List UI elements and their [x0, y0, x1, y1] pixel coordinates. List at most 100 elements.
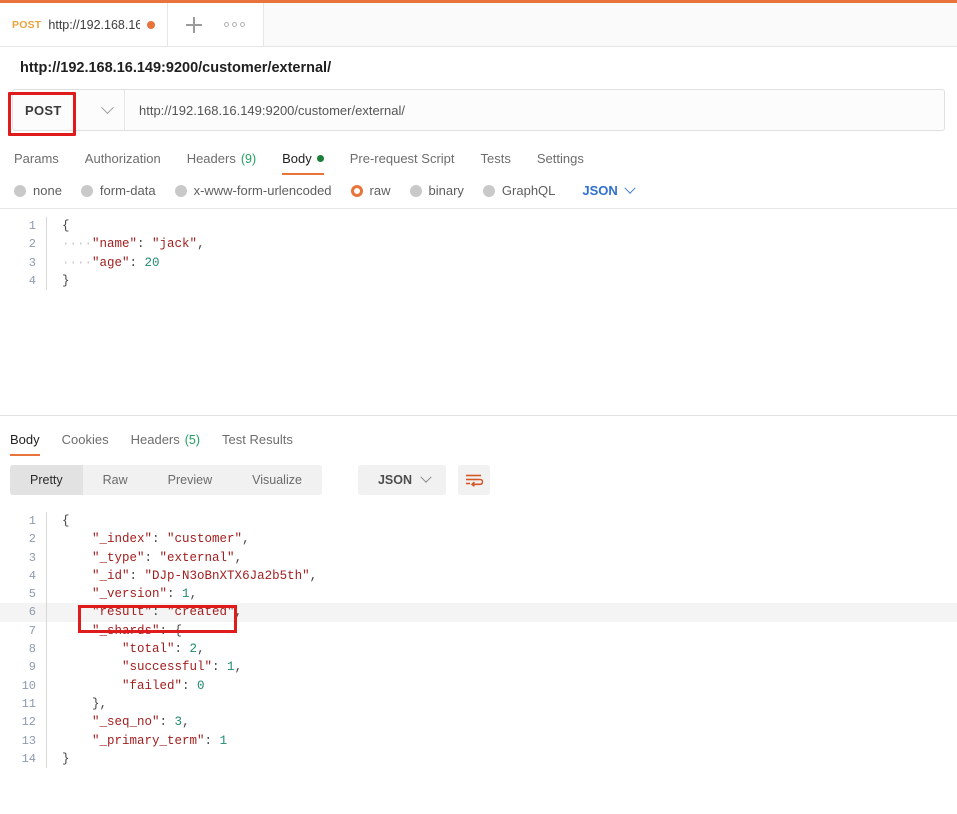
tab-label: Params	[14, 151, 59, 166]
code-line: 3 "_type": "external",	[0, 548, 957, 567]
request-title-row: http://192.168.16.149:9200/customer/exte…	[0, 47, 957, 89]
code-text: }	[62, 751, 70, 766]
line-number: 3	[28, 255, 36, 270]
fold-gutter	[46, 253, 60, 272]
code-text: },	[62, 696, 108, 711]
tab-label: Headers	[186, 151, 236, 166]
plus-icon[interactable]	[186, 16, 202, 33]
response-tab-cookies[interactable]: Cookies	[62, 432, 109, 456]
body-type-x-www-form-urlencoded[interactable]: x-www-form-urlencoded	[174, 183, 332, 198]
line-number: 1	[28, 219, 36, 233]
body-type-label: form-data	[99, 183, 156, 198]
code-line: 6 "result": "created",	[0, 603, 957, 622]
tab-label: Test Results	[222, 432, 293, 447]
chevron-down-icon	[101, 100, 114, 114]
line-number: 13	[21, 733, 36, 748]
fold-gutter	[46, 512, 60, 531]
code-text: "total": 2,	[122, 642, 205, 657]
response-tab-body[interactable]: Body	[10, 432, 40, 456]
tab-bar-empty-space	[264, 3, 957, 46]
request-body-editor[interactable]: 1{2 ····"name": "jack", 3 ····"age": 20 4}	[0, 209, 957, 415]
wrap-text-icon	[466, 474, 483, 487]
code-line: 4}	[0, 271, 957, 291]
code-text: ····"name": "jack",	[62, 237, 205, 252]
line-number: 10	[21, 678, 36, 693]
line-number: 2	[28, 237, 36, 252]
line-number: 11	[21, 696, 36, 711]
body-type-raw[interactable]: raw	[350, 183, 391, 198]
code-line: 9 "successful": 1,	[0, 658, 957, 677]
code-line: 1{	[0, 217, 957, 236]
line-number: 4	[28, 568, 36, 583]
view-mode-pretty[interactable]: Pretty	[10, 465, 83, 495]
body-type-none[interactable]: none	[14, 183, 62, 198]
request-tab-authorization[interactable]: Authorization	[85, 151, 161, 175]
request-tab-headers[interactable]: Headers (9)	[187, 151, 256, 175]
radio-icon	[482, 184, 495, 197]
ellipsis-icon[interactable]	[224, 22, 245, 27]
code-text: "_type": "external",	[92, 550, 243, 565]
response-format-select[interactable]: JSON	[357, 465, 446, 495]
body-type-binary[interactable]: binary	[409, 183, 464, 198]
code-line: 1{	[0, 512, 957, 531]
code-text: "result": "created",	[92, 605, 243, 620]
tab-bar: POST http://192.168.16....	[0, 3, 957, 47]
fold-gutter	[46, 603, 60, 622]
code-text: "_shards": {	[92, 623, 183, 638]
method-label: POST	[25, 102, 62, 118]
body-type-label: raw	[369, 183, 391, 198]
line-number: 14	[21, 751, 36, 766]
body-format-select[interactable]: JSON	[582, 182, 636, 198]
view-mode-raw[interactable]: Raw	[82, 465, 148, 495]
body-format-label: JSON	[582, 183, 618, 198]
line-number: 9	[28, 660, 36, 675]
url-bar-wrapper: POST http://192.168.16.149:9200/customer…	[0, 89, 957, 136]
body-type-form-data[interactable]: form-data	[80, 183, 156, 198]
code-line: 10 "failed": 0	[0, 676, 957, 695]
tab-label: Pre-request Script	[349, 151, 455, 166]
fold-gutter	[46, 271, 60, 291]
radio-icon	[350, 184, 363, 197]
tab-label: Settings	[536, 151, 584, 166]
fold-gutter	[46, 731, 60, 750]
url-bar: POST http://192.168.16.149:9200/customer…	[12, 89, 945, 131]
code-text: "successful": 1,	[122, 660, 243, 675]
fold-gutter	[46, 621, 60, 641]
code-text: {	[62, 514, 70, 528]
response-tab-test-results[interactable]: Test Results	[222, 432, 293, 456]
code-text: }	[62, 273, 70, 288]
code-line: 2 "_index": "customer",	[0, 530, 957, 549]
line-number: 3	[28, 550, 36, 565]
page-title: http://192.168.16.149:9200/customer/exte…	[20, 60, 332, 76]
view-mode-preview[interactable]: Preview	[147, 465, 233, 495]
line-number: 2	[28, 532, 36, 547]
line-number: 12	[21, 715, 36, 730]
tab-count-badge: (9)	[240, 151, 257, 166]
body-type-graphql[interactable]: GraphQL	[482, 183, 555, 198]
response-tab-headers[interactable]: Headers (5)	[131, 432, 200, 456]
code-line: 4 "_id": "DJp-N3oBnXTX6Ja2b5th",	[0, 566, 957, 586]
radio-icon	[174, 184, 187, 197]
code-line: 3 ····"age": 20	[0, 253, 957, 272]
line-number: 4	[28, 273, 36, 288]
request-tab-tests[interactable]: Tests	[481, 151, 511, 175]
response-view-modes: Pretty Raw Preview Visualize	[10, 465, 322, 495]
line-number: 1	[28, 514, 36, 528]
code-text: ····"age": 20	[62, 255, 160, 270]
fold-gutter	[46, 640, 60, 659]
wrap-text-button[interactable]	[458, 465, 490, 495]
request-tab-body[interactable]: Body	[282, 151, 324, 175]
response-tabs: Body Cookies Headers (5) Test Results	[0, 416, 957, 456]
request-tab-pre-request-script[interactable]: Pre-request Script	[350, 151, 455, 175]
request-tab-settings[interactable]: Settings	[537, 151, 584, 175]
fold-gutter	[46, 566, 60, 586]
url-input[interactable]: http://192.168.16.149:9200/customer/exte…	[125, 90, 944, 130]
body-present-dot-icon	[316, 155, 324, 162]
request-tab-params[interactable]: Params	[14, 151, 59, 175]
response-body-viewer[interactable]: 1{2 "_index": "customer", 3 "_type": "ext…	[0, 504, 957, 804]
view-mode-visualize[interactable]: Visualize	[232, 465, 322, 495]
code-line: 5 "_version": 1,	[0, 585, 957, 604]
method-select[interactable]: POST	[13, 90, 125, 130]
line-number: 8	[28, 642, 36, 657]
request-tab[interactable]: POST http://192.168.16....	[0, 3, 168, 46]
